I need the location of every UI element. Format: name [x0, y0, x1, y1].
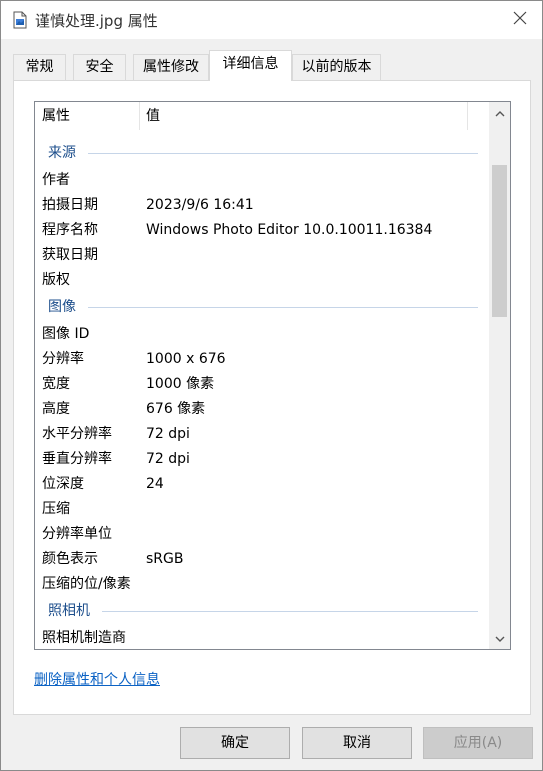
column-header-property[interactable]: 属性: [35, 102, 139, 130]
column-divider[interactable]: [467, 102, 468, 130]
property-value: 676 像素: [146, 401, 206, 417]
group-header-source[interactable]: 来源: [35, 139, 490, 168]
window-title: 谨慎处理.jpg 属性: [35, 12, 158, 30]
title-bar: 谨慎处理.jpg 属性: [1, 1, 542, 39]
list-header: 属性 值: [35, 102, 490, 130]
property-value: 2023/9/6 16:41: [146, 197, 254, 213]
property-value: sRGB: [146, 551, 184, 567]
ok-button[interactable]: 确定: [180, 727, 290, 759]
list-item[interactable]: 版权: [35, 268, 490, 293]
property-name: 程序名称: [42, 222, 98, 238]
tab-details[interactable]: 详细信息: [209, 50, 292, 81]
property-name: 水平分辨率: [42, 426, 112, 442]
image-file-icon: [13, 11, 27, 29]
properties-dialog: 谨慎处理.jpg 属性 常规 安全 属性修改 详细信息 以前的版本 属性 值 来…: [0, 0, 543, 771]
property-name: 压缩: [42, 501, 70, 517]
list-item[interactable]: 分辨率单位: [35, 522, 490, 547]
group-header-camera[interactable]: 照相机: [35, 597, 490, 626]
list-item[interactable]: 图像 ID: [35, 322, 490, 347]
list-item[interactable]: 程序名称 Windows Photo Editor 10.0.10011.1638…: [35, 218, 490, 243]
group-label: 照相机: [48, 603, 90, 619]
property-value: 72 dpi: [146, 451, 190, 467]
tab-previous-versions[interactable]: 以前的版本: [292, 54, 381, 80]
tab-general[interactable]: 常规: [13, 54, 66, 80]
remove-properties-link[interactable]: 删除属性和个人信息: [34, 669, 160, 689]
property-value: 24: [146, 476, 164, 492]
property-value: 1000 x 676: [146, 351, 226, 367]
chevron-down-icon: [495, 631, 505, 647]
list-item[interactable]: 垂直分辨率 72 dpi: [35, 447, 490, 472]
property-name: 获取日期: [42, 247, 98, 263]
cancel-button[interactable]: 取消: [302, 727, 412, 759]
property-name: 图像 ID: [42, 326, 90, 342]
group-divider: [88, 307, 478, 308]
property-name: 作者: [42, 172, 70, 188]
group-header-image[interactable]: 图像: [35, 293, 490, 322]
list-item[interactable]: 分辨率 1000 x 676: [35, 347, 490, 372]
list-item[interactable]: 压缩的位/像素: [35, 572, 490, 597]
scrollbar-thumb[interactable]: [492, 165, 507, 317]
property-name: 版权: [42, 272, 70, 288]
property-name: 压缩的位/像素: [42, 576, 131, 592]
list-item[interactable]: 水平分辨率 72 dpi: [35, 422, 490, 447]
column-header-value[interactable]: 值: [139, 102, 467, 130]
list-item[interactable]: 拍摄日期 2023/9/6 16:41: [35, 193, 490, 218]
tab-strip: 常规 安全 属性修改 详细信息 以前的版本: [13, 50, 533, 81]
group-divider: [102, 611, 478, 612]
property-name: 分辨率单位: [42, 526, 112, 542]
close-button[interactable]: [498, 1, 542, 39]
property-name: 位深度: [42, 476, 84, 492]
list-item[interactable]: 高度 676 像素: [35, 397, 490, 422]
property-name: 颜色表示: [42, 551, 98, 567]
list-item[interactable]: 颜色表示 sRGB: [35, 547, 490, 572]
tab-property-edit[interactable]: 属性修改: [133, 54, 209, 80]
property-value: 72 dpi: [146, 426, 190, 442]
close-icon: [513, 11, 527, 29]
apply-button[interactable]: 应用(A): [423, 727, 533, 759]
group-label: 图像: [48, 299, 76, 315]
property-name: 分辨率: [42, 351, 84, 367]
chevron-up-icon: [495, 105, 505, 121]
tab-security[interactable]: 安全: [73, 54, 126, 80]
property-name: 垂直分辨率: [42, 451, 112, 467]
details-panel: 属性 值 来源 作者 拍摄日期 2023/9/6 16:41 程序名称 Window…: [13, 80, 531, 715]
list-item[interactable]: 位深度 24: [35, 472, 490, 497]
properties-list[interactable]: 属性 值 来源 作者 拍摄日期 2023/9/6 16:41 程序名称 Window…: [34, 101, 511, 650]
property-name: 高度: [42, 401, 70, 417]
list-item[interactable]: 宽度 1000 像素: [35, 372, 490, 397]
scroll-down-button[interactable]: [489, 628, 510, 649]
vertical-scrollbar[interactable]: [489, 102, 510, 649]
property-name: 拍摄日期: [42, 197, 98, 213]
property-value: 1000 像素: [146, 376, 215, 392]
list-rows: 来源 作者 拍摄日期 2023/9/6 16:41 程序名称 Windows Pho…: [35, 139, 490, 649]
scroll-up-button[interactable]: [489, 102, 510, 123]
list-item[interactable]: 照相机制造商: [35, 626, 490, 649]
property-name: 宽度: [42, 376, 70, 392]
property-value: Windows Photo Editor 10.0.10011.16384: [146, 222, 433, 238]
list-item[interactable]: 获取日期: [35, 243, 490, 268]
property-name: 照相机制造商: [42, 630, 126, 646]
list-item[interactable]: 压缩: [35, 497, 490, 522]
group-divider: [88, 153, 478, 154]
group-label: 来源: [48, 145, 76, 161]
list-item[interactable]: 作者: [35, 168, 490, 193]
